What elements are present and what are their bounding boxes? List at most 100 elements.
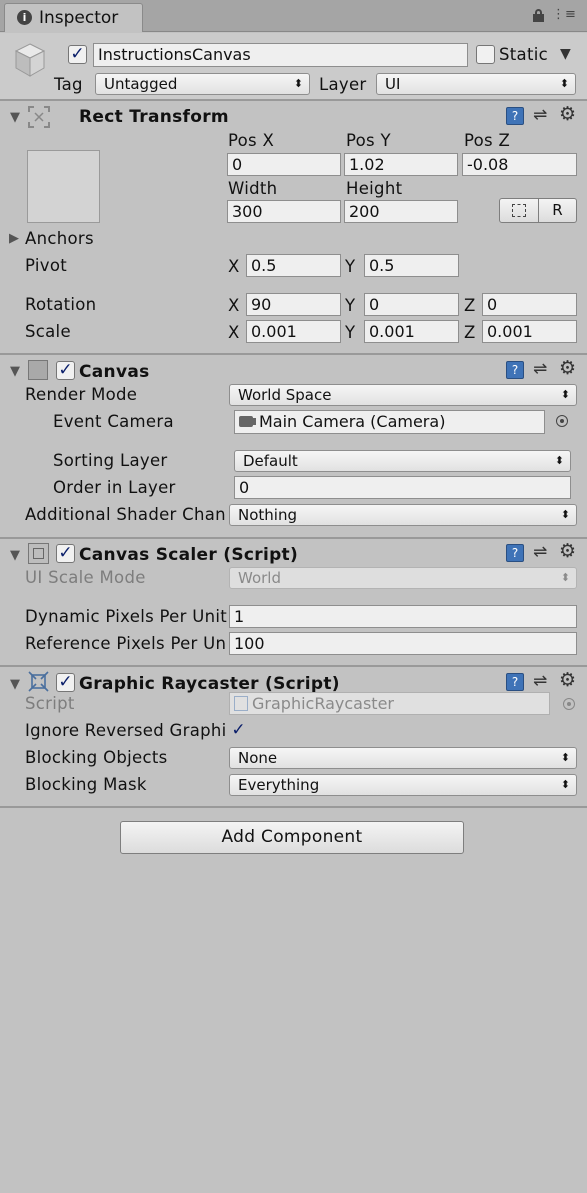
raw-edit-button[interactable]: R	[538, 198, 577, 223]
pos-y-label: Pos Y	[346, 131, 391, 150]
canvas-fold-arrow[interactable]: ▼	[10, 364, 20, 379]
rotation-label: Rotation	[25, 295, 97, 314]
script-file-icon	[234, 696, 248, 711]
ui-scale-mode-value: World	[238, 569, 281, 587]
preset-sliders-icon[interactable]: ⇌	[533, 360, 547, 378]
ignore-reversed-label: Ignore Reversed Graphi	[25, 721, 227, 740]
tag-dropdown[interactable]: Untagged ⬍	[95, 73, 310, 95]
updown-arrow-icon: ⬍	[559, 77, 569, 90]
gameobject-name-field[interactable]: InstructionsCanvas	[93, 43, 468, 67]
render-mode-dropdown[interactable]: World Space ⬍	[229, 384, 577, 406]
sorting-layer-dropdown[interactable]: Default ⬍	[234, 450, 571, 472]
help-book-icon[interactable]: ?	[506, 361, 524, 379]
preset-sliders-icon[interactable]: ⇌	[533, 672, 547, 690]
gear-icon[interactable]: ⚙	[559, 671, 576, 690]
width-label: Width	[228, 179, 278, 198]
gameobject-active-checkbox[interactable]: ✓	[68, 45, 87, 64]
rotation-z-field[interactable]: 0	[482, 293, 577, 316]
tab-title: Inspector	[39, 8, 119, 28]
static-label: Static	[499, 45, 548, 64]
updown-arrow-icon: ⬍	[554, 454, 564, 467]
separator	[0, 806, 587, 808]
gear-icon[interactable]: ⚙	[559, 359, 576, 378]
add-component-label: Add Component	[221, 827, 363, 847]
pivot-y-letter: Y	[345, 257, 356, 276]
gear-icon[interactable]: ⚙	[559, 105, 576, 124]
canvas-scaler-fold-arrow[interactable]: ▼	[10, 548, 20, 563]
pos-y-field[interactable]: 1.02	[344, 153, 458, 176]
rect-transform-fold-arrow[interactable]: ▼	[10, 110, 20, 125]
gameobject-cube-icon	[14, 42, 46, 78]
graphic-raycaster-enabled-checkbox[interactable]: ✓	[56, 673, 75, 692]
canvas-scaler-title: Canvas Scaler (Script)	[79, 545, 299, 565]
shader-channels-value: Nothing	[238, 506, 297, 524]
scale-y-letter: Y	[345, 323, 356, 342]
layer-label: Layer	[319, 75, 367, 94]
graphic-raycaster-fold-arrow[interactable]: ▼	[10, 677, 20, 692]
render-mode-label: Render Mode	[25, 385, 138, 404]
canvas-scaler-enabled-checkbox[interactable]: ✓	[56, 544, 75, 563]
dynamic-pixels-field[interactable]: 1	[229, 605, 577, 628]
separator	[0, 665, 587, 667]
canvas-title: Canvas	[79, 362, 150, 382]
rotation-x-field[interactable]: 90	[246, 293, 341, 316]
object-picker-icon	[563, 698, 575, 710]
r-button-label: R	[552, 201, 563, 219]
scale-z-letter: Z	[464, 323, 476, 342]
static-dropdown-arrow[interactable]: ▼	[560, 46, 571, 62]
updown-arrow-icon: ⬍	[293, 77, 303, 90]
separator	[0, 353, 587, 355]
inspector-tab[interactable]: i Inspector	[4, 3, 143, 32]
updown-arrow-icon: ⬍	[560, 778, 570, 791]
ui-scale-mode-dropdown: World ⬍	[229, 567, 577, 589]
blocking-mask-value: Everything	[238, 776, 320, 794]
shader-channels-dropdown[interactable]: Nothing ⬍	[229, 504, 577, 526]
rotation-y-field[interactable]: 0	[364, 293, 459, 316]
height-field[interactable]: 200	[344, 200, 458, 223]
sorting-layer-value: Default	[243, 452, 298, 470]
anchor-preset-box[interactable]	[27, 150, 100, 223]
static-checkbox[interactable]	[476, 45, 495, 64]
pos-z-field[interactable]: -0.08	[462, 153, 577, 176]
pos-x-label: Pos X	[228, 131, 275, 150]
camera-lens-icon	[251, 418, 256, 425]
width-field[interactable]: 300	[227, 200, 341, 223]
rot-x-letter: X	[228, 296, 240, 315]
tag-value: Untagged	[104, 75, 178, 93]
pivot-x-letter: X	[228, 257, 240, 276]
scale-y-field[interactable]: 0.001	[364, 320, 459, 343]
help-book-icon[interactable]: ?	[506, 107, 524, 125]
lock-icon[interactable]	[533, 9, 544, 22]
pos-x-field[interactable]: 0	[227, 153, 341, 176]
order-in-layer-field[interactable]: 0	[234, 476, 571, 499]
scale-x-field[interactable]: 0.001	[246, 320, 341, 343]
help-book-icon[interactable]: ?	[506, 544, 524, 562]
preset-sliders-icon[interactable]: ⇌	[533, 543, 547, 561]
gear-icon[interactable]: ⚙	[559, 542, 576, 561]
blocking-mask-label: Blocking Mask	[25, 775, 147, 794]
layer-dropdown[interactable]: UI ⬍	[376, 73, 576, 95]
help-book-icon[interactable]: ?	[506, 673, 524, 691]
blocking-objects-dropdown[interactable]: None ⬍	[229, 747, 577, 769]
shader-channels-label: Additional Shader Chan	[25, 505, 226, 524]
preset-sliders-icon[interactable]: ⇌	[533, 106, 547, 124]
add-component-button[interactable]: Add Component	[120, 821, 464, 854]
anchors-fold-arrow[interactable]: ▶	[9, 231, 19, 246]
reference-pixels-field[interactable]: 100	[229, 632, 577, 655]
object-picker-icon[interactable]	[556, 415, 568, 427]
canvas-enabled-checkbox[interactable]: ✓	[56, 361, 75, 380]
rect-transform-title: Rect Transform	[79, 107, 229, 127]
anchors-label[interactable]: Anchors	[25, 229, 94, 249]
menu-icon[interactable]: ⋮≡	[552, 8, 576, 22]
event-camera-field[interactable]: Main Camera (Camera)	[234, 410, 545, 434]
blocking-mask-dropdown[interactable]: Everything ⬍	[229, 774, 577, 796]
pivot-y-field[interactable]: 0.5	[364, 254, 459, 277]
ignore-reversed-checkbox[interactable]: ✓	[229, 721, 248, 740]
blueprint-mode-button[interactable]	[499, 198, 539, 223]
dynamic-pixels-label: Dynamic Pixels Per Unit	[25, 607, 228, 626]
scale-z-field[interactable]: 0.001	[482, 320, 577, 343]
pivot-x-field[interactable]: 0.5	[246, 254, 341, 277]
blocking-objects-value: None	[238, 749, 278, 767]
canvas-scaler-icon	[28, 543, 49, 564]
script-value: GraphicRaycaster	[252, 694, 394, 713]
